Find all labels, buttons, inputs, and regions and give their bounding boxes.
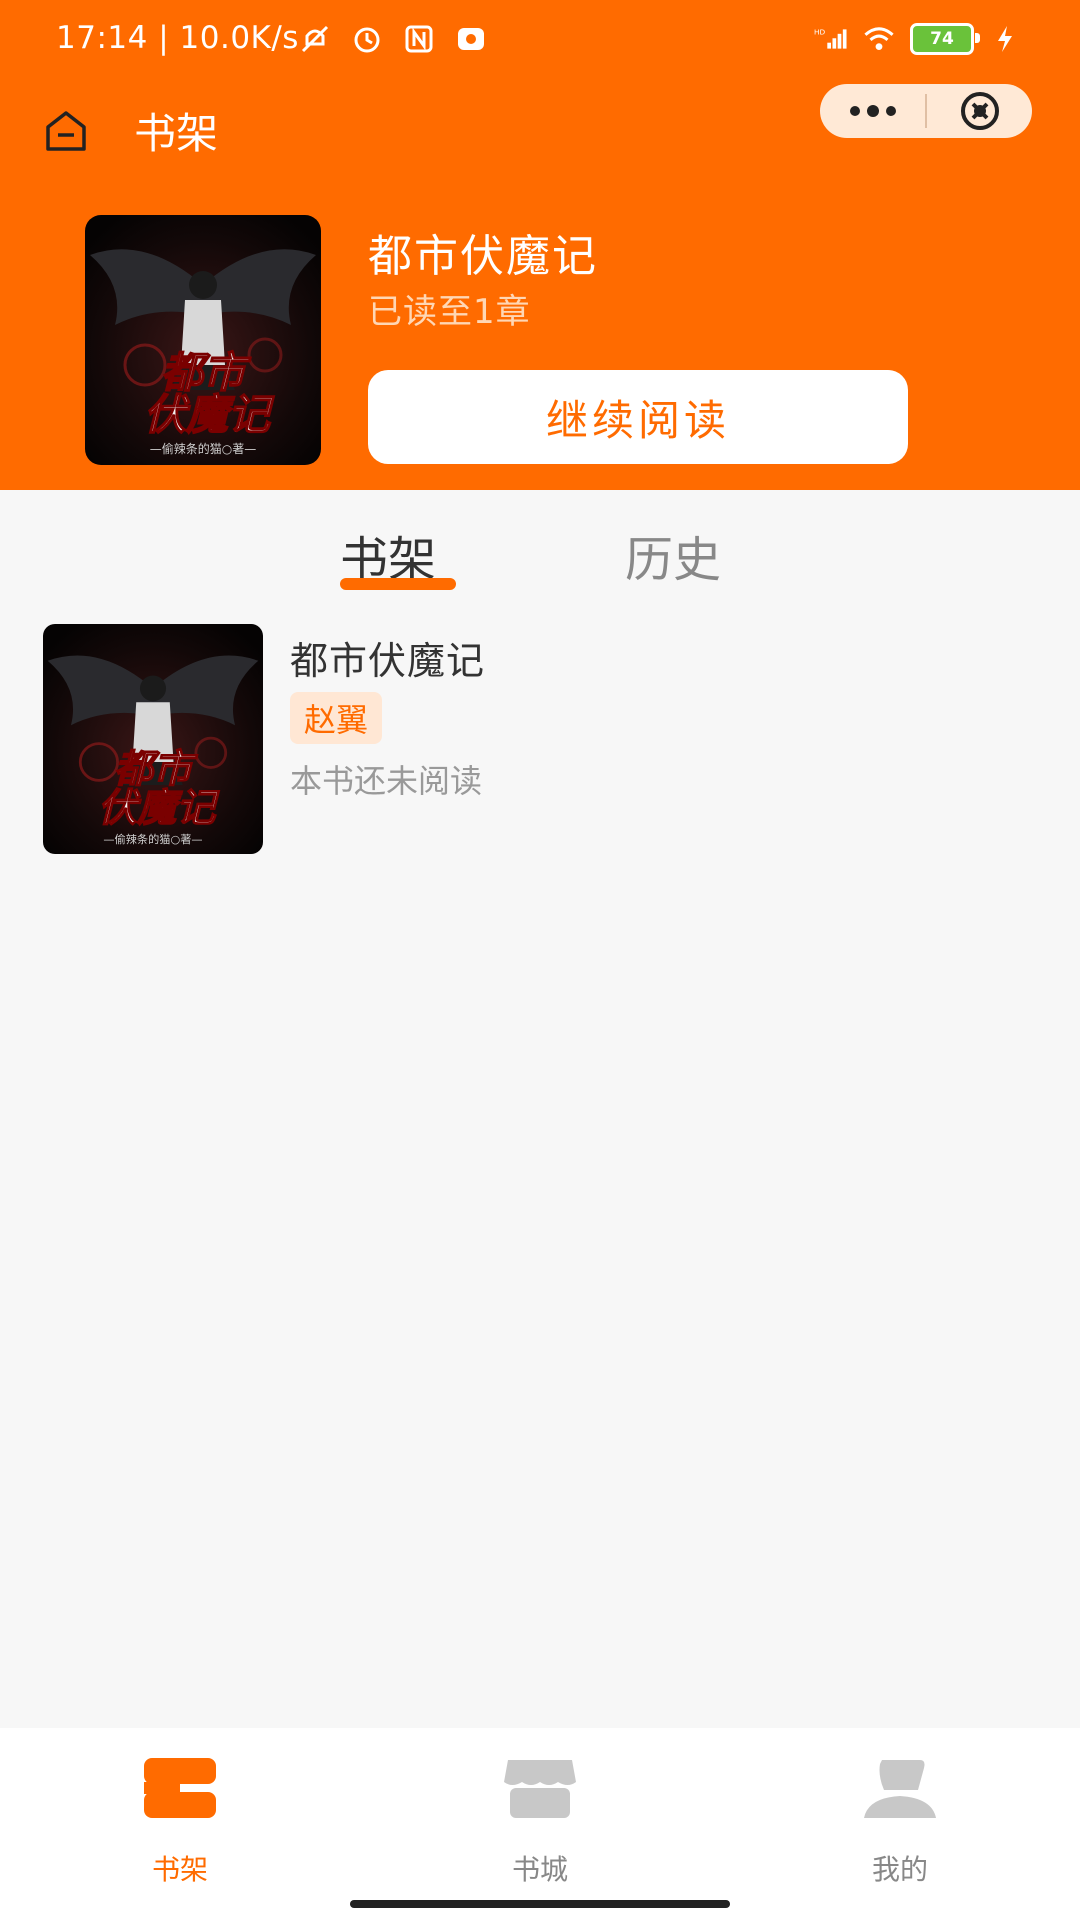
hero-book-cover[interactable]: 都市 伏魔记 —偷辣条的猫○著— — [85, 215, 321, 465]
mini-program-capsule — [820, 84, 1032, 138]
page-title: 书架 — [134, 109, 219, 158]
charging-icon — [988, 22, 1022, 56]
bottom-tab-profile[interactable]: 我的 — [840, 1752, 960, 1886]
close-button[interactable] — [927, 84, 1032, 138]
network-speed: 10.0K/s — [179, 20, 299, 56]
bottom-tab-bookshelf[interactable]: 书架 — [120, 1752, 240, 1886]
cover-title-line2: 伏魔记 — [144, 390, 275, 439]
cover-title-line2: 伏魔记 — [98, 786, 220, 831]
hero-book-title: 都市伏魔记 — [368, 231, 598, 282]
reading-status: 本书还未阅读 — [290, 762, 483, 800]
cover-author-line: —偷辣条的猫○著— — [150, 441, 256, 456]
more-button[interactable] — [820, 84, 925, 138]
list-item[interactable]: 都市 伏魔记 —偷辣条的猫○著— 都市伏魔记 赵翼 本书还未阅读 — [43, 624, 1043, 856]
alarm-icon — [350, 22, 384, 56]
cover-author-line: —偷辣条的猫○著— — [103, 832, 202, 846]
bottom-navigation: 书架 书城 我的 — [0, 1728, 1080, 1920]
profile-icon — [864, 1760, 936, 1818]
wifi-icon — [862, 22, 896, 56]
tab-history[interactable]: 历史 — [625, 520, 721, 590]
home-indicator[interactable] — [350, 1900, 730, 1908]
hero-reading-progress: 已读至1章 — [368, 292, 531, 332]
shelf-tabs: 书架 历史 — [0, 490, 1080, 600]
bottom-tab-label: 我的 — [871, 1853, 928, 1886]
bottom-tab-label: 书城 — [511, 1853, 568, 1886]
bookshelf-icon — [144, 1758, 216, 1818]
continue-reading-button[interactable]: 继续阅读 — [368, 370, 908, 464]
status-time: 17:14 | 10.0K/s — [56, 20, 299, 56]
mute-icon — [298, 22, 332, 56]
author-badge: 赵翼 — [290, 692, 383, 744]
status-bar: 17:14 | 10.0K/s HD 74 — [0, 0, 1080, 85]
bottom-tab-store[interactable]: 书城 — [480, 1752, 600, 1886]
close-icon — [960, 92, 999, 130]
camera-app-icon — [454, 22, 488, 56]
store-icon — [504, 1760, 576, 1818]
book-cover[interactable]: 都市 伏魔记 —偷辣条的猫○著— — [43, 624, 263, 854]
home-icon[interactable] — [40, 105, 92, 157]
active-tab-indicator — [340, 578, 456, 590]
bottom-tab-label: 书架 — [151, 1853, 208, 1886]
nfc-icon — [402, 22, 436, 56]
book-title: 都市伏魔记 — [290, 639, 486, 683]
hd-signal-icon: HD — [814, 22, 848, 56]
svg-text:HD: HD — [814, 28, 826, 37]
more-dots-icon — [849, 105, 896, 117]
battery-icon: 74 — [910, 23, 980, 55]
